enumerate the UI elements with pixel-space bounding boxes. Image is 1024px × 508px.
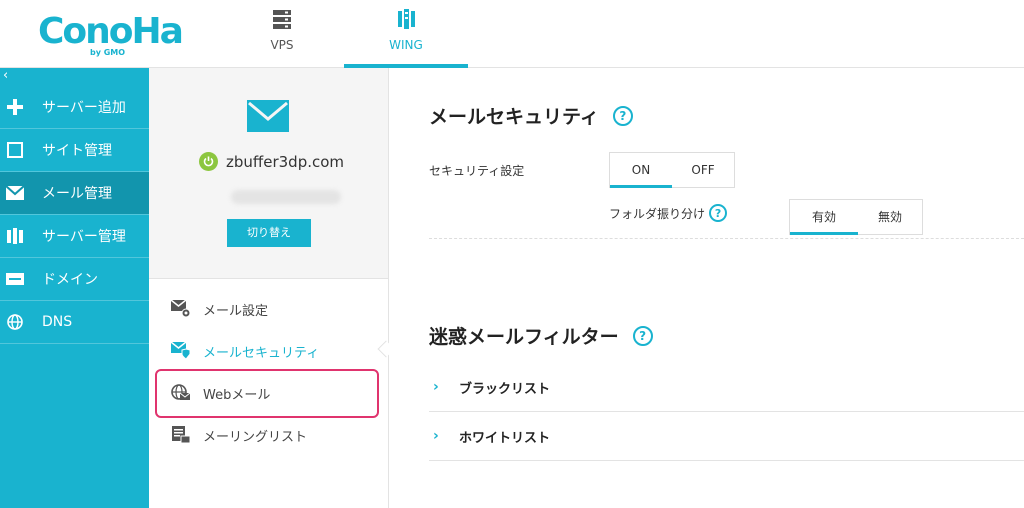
menu-item-mail-security[interactable]: メールセキュリティ [171,341,319,361]
folder-sort-disabled-option[interactable]: 無効 [858,200,922,234]
domain-box: zbuffer3dp.com 切り替え [149,68,388,279]
menu-item-label: メール設定 [203,303,269,319]
sidebar-item-mail-management[interactable]: メール管理 [0,172,149,215]
help-icon[interactable]: ? [612,105,633,126]
server-icon [6,227,24,245]
security-toggle: ON OFF [609,152,735,188]
mailing-list-icon [171,425,191,445]
tab-vps[interactable]: VPS [220,0,344,68]
menu-item-label: メールセキュリティ [203,345,320,361]
menu-item-mail-settings[interactable]: メール設定 [171,299,268,319]
domain-row: zbuffer3dp.com [199,152,344,171]
wing-server-icon [398,9,415,29]
folder-sort-label: フォルダ振り分け ? [609,204,728,222]
chevron-right-icon: › [433,379,439,395]
sidebar-item-label: サーバー追加 [42,100,126,116]
blacklist-row[interactable]: › ブラックリスト [429,363,1024,412]
security-off-option[interactable]: OFF [672,153,734,187]
server-stack-icon [273,10,291,29]
tab-vps-label: VPS [270,38,294,52]
mail-icon [247,100,289,132]
site-icon [6,141,24,159]
chevron-right-icon: › [433,428,439,444]
tab-wing-label: WING [389,38,423,52]
conoha-logo[interactable]: ConoHa by GMO [38,10,184,57]
whitelist-row[interactable]: › ホワイトリスト [429,412,1024,461]
sidebar-item-label: サイト管理 [42,143,112,159]
menu-item-mailing-list[interactable]: メーリングリスト [171,425,307,445]
globe-icon [6,313,24,331]
mail-security-title: メールセキュリティ ? [429,102,633,129]
tab-wing[interactable]: WING [344,0,468,68]
sidebar-item-site-management[interactable]: サイト管理 [0,129,149,172]
sidebar-item-label: メール管理 [42,186,112,202]
webmail-highlight-box [155,369,379,418]
domain-name: zbuffer3dp.com [226,152,345,171]
sidebar-item-domain[interactable]: ドメイン [0,258,149,301]
help-icon[interactable]: ? [709,204,728,222]
mail-security-icon [171,341,191,361]
mail-icon [6,184,24,202]
domain-icon [6,270,24,288]
spam-filter-title-text: 迷惑メールフィルター [429,326,619,348]
whitelist-label: ホワイトリスト [459,430,551,446]
power-icon [199,152,218,171]
mail-security-title-text: メールセキュリティ [429,106,599,128]
sidebar-item-label: DNS [42,314,73,330]
mail-settings-icon [171,299,191,319]
sidebar-item-server-management[interactable]: サーバー管理 [0,215,149,258]
sidebar-item-label: サーバー管理 [42,229,126,245]
blurred-account-info [231,190,341,204]
section-divider [429,238,1024,239]
blacklist-label: ブラックリスト [459,381,551,397]
collapse-sidebar-button[interactable]: ‹ [0,68,149,86]
folder-sort-enabled-option[interactable]: 有効 [790,200,858,235]
top-header: ConoHa by GMO VPS WING [0,0,1024,68]
help-icon[interactable]: ? [632,325,653,346]
menu-item-label: メーリングリスト [203,429,308,445]
spam-filter-title: 迷惑メールフィルター ? [429,322,653,349]
sidebar-item-dns[interactable]: DNS [0,301,149,344]
left-sidebar: ‹ サーバー追加 サイト管理 メール管理 サーバー管理 ドメイン DNS [0,68,149,508]
folder-sort-toggle: 有効 無効 [789,199,923,235]
plus-icon [6,98,24,116]
switch-domain-button[interactable]: 切り替え [227,219,311,247]
logo-sub: by GMO [90,48,126,57]
security-setting-label: セキュリティ設定 [429,164,525,178]
main-content: メールセキュリティ ? セキュリティ設定 ON OFF フォルダ振り分け ? 有… [389,68,1024,508]
sidebar-item-add-server[interactable]: サーバー追加 [0,86,149,129]
security-on-option[interactable]: ON [610,153,672,188]
domain-menu-panel: zbuffer3dp.com 切り替え メール設定 メールセキュリティ Webメ… [149,68,389,508]
sidebar-item-label: ドメイン [42,272,98,288]
folder-sort-label-text: フォルダ振り分け [609,206,706,221]
